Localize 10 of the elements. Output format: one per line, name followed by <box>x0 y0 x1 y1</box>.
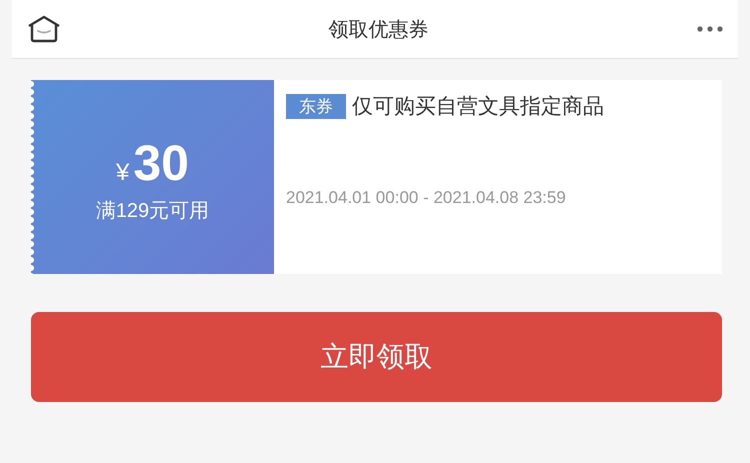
coupon-condition: 满129元可用 <box>96 198 210 224</box>
coupon-amount: 30 <box>133 134 189 190</box>
validity-period: 2021.04.01 00:00 - 2021.04.08 23:59 <box>286 188 567 208</box>
claim-button[interactable]: 立即领取 <box>31 312 722 402</box>
currency-symbol: ¥ <box>116 158 130 186</box>
coupon-description: 仅可购买自营文具指定商品 <box>352 94 604 120</box>
home-icon[interactable] <box>27 15 61 43</box>
more-icon[interactable] <box>696 25 724 33</box>
page-title: 领取优惠券 <box>328 18 428 42</box>
coupon-tag: 东券 <box>286 94 346 118</box>
